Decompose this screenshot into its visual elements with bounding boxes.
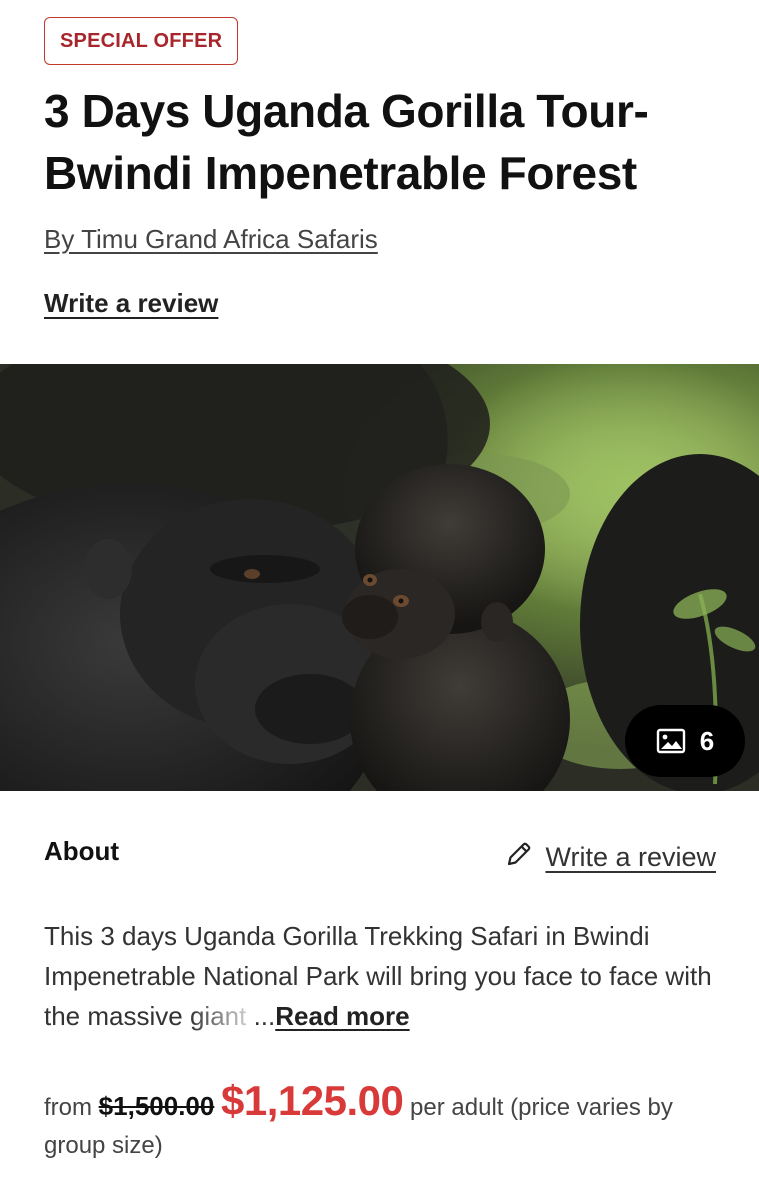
about-description: This 3 days Uganda Gorilla Trekking Safa… xyxy=(44,916,724,1036)
operator-link[interactable]: By Timu Grand Africa Safaris xyxy=(44,224,378,255)
image-icon xyxy=(656,728,686,754)
about-heading: About xyxy=(44,836,120,866)
pencil-icon xyxy=(505,840,533,875)
page-title: 3 Days Uganda Gorilla Tour- Bwindi Impen… xyxy=(44,85,649,199)
special-offer-badge: SPECIAL OFFER xyxy=(44,17,239,65)
original-price: $1,500.00 xyxy=(98,1091,215,1121)
photo-count-button[interactable]: 6 xyxy=(625,705,745,777)
write-review-button[interactable]: Write a review xyxy=(505,840,716,875)
description-faded-text: giant xyxy=(189,1001,247,1031)
read-more-link[interactable]: Read more xyxy=(275,1001,409,1031)
hero-photo[interactable]: 6 xyxy=(0,364,759,791)
write-review-link-top[interactable]: Write a review xyxy=(44,288,218,319)
write-review-label: Write a review xyxy=(545,842,716,872)
discounted-price: $1,125.00 xyxy=(221,1077,404,1124)
ellipsis: ... xyxy=(253,1001,276,1031)
price-from-label: from xyxy=(44,1094,92,1121)
photo-count-label: 6 xyxy=(699,725,715,756)
price-line: from $1,500.00 $1,125.00 per adult (pric… xyxy=(44,1080,734,1165)
